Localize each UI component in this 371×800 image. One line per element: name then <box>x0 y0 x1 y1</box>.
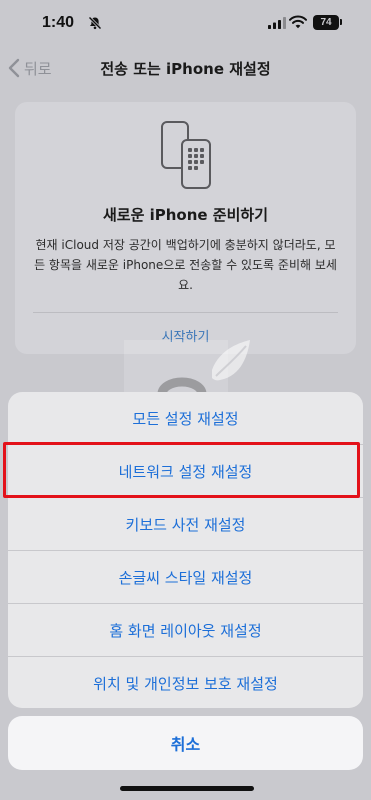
home-indicator <box>120 786 254 791</box>
cellular-signal-icon <box>268 17 286 29</box>
reset-all-settings-button[interactable]: 모든 설정 재설정 <box>8 392 363 444</box>
bell-slash-icon <box>88 16 102 30</box>
page-title: 전송 또는 iPhone 재설정 <box>100 60 271 78</box>
reset-keyboard-dictionary-button[interactable]: 키보드 사전 재설정 <box>8 498 363 550</box>
card-title: 새로운 iPhone 준비하기 <box>102 206 269 224</box>
reset-location-privacy-button[interactable]: 위치 및 개인정보 보호 재설정 <box>8 657 363 708</box>
battery-icon: 74 <box>313 15 339 30</box>
reset-network-settings-button[interactable]: 네트워크 설정 재설정 <box>8 445 363 497</box>
status-bar: 1:40 74 <box>0 0 371 48</box>
reset-options-sheet: 모든 설정 재설정 네트워크 설정 재설정 키보드 사전 재설정 손글씨 스타일… <box>8 392 363 708</box>
status-time: 1:40 <box>42 14 75 31</box>
battery-tip <box>340 19 342 25</box>
reset-handwriting-style-button[interactable]: 손글씨 스타일 재설정 <box>8 551 363 603</box>
card-divider <box>33 312 338 313</box>
reset-home-screen-layout-button[interactable]: 홈 화면 레이아웃 재설정 <box>8 604 363 656</box>
phone-transfer-icon <box>161 121 211 189</box>
wifi-icon <box>289 15 307 29</box>
card-description: 현재 iCloud 저장 공간이 백업하기에 충분하지 않더라도, 모든 항목을… <box>34 238 337 292</box>
prepare-new-iphone-card: 새로운 iPhone 준비하기 현재 iCloud 저장 공간이 백업하기에 충… <box>15 102 356 354</box>
cancel-button[interactable]: 취소 <box>8 716 363 770</box>
navigation-bar: 뒤로 전송 또는 iPhone 재설정 <box>0 48 371 88</box>
